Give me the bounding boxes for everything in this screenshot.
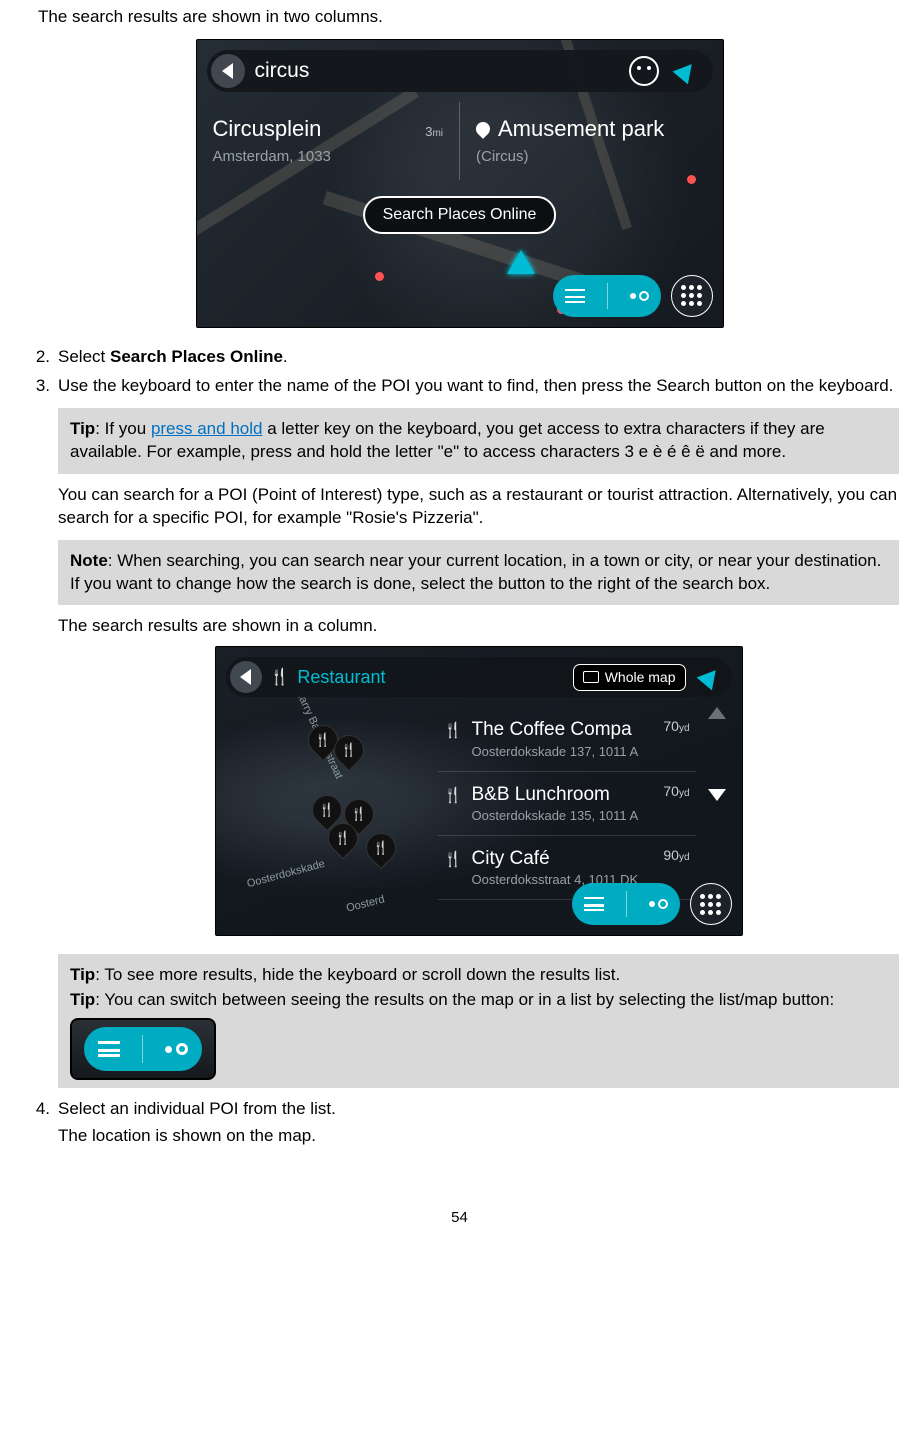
list-icon	[584, 897, 604, 911]
restaurant-icon: 🍴	[444, 850, 462, 870]
back-button[interactable]	[230, 661, 262, 693]
scroll-down-button[interactable]	[708, 789, 726, 801]
poi-distance: 90yd	[663, 846, 689, 865]
grid-icon	[681, 285, 702, 306]
search-scope-button[interactable]: Whole map	[573, 664, 686, 691]
paragraph: The search results are shown in a column…	[58, 615, 899, 638]
search-bar: circus	[207, 50, 713, 92]
restaurant-icon: 🍴	[444, 786, 462, 806]
map-pin-icon	[165, 1043, 188, 1055]
list-icon	[98, 1041, 120, 1057]
search-bar: 🍴 Restaurant Whole map	[226, 657, 732, 697]
map-pin-icon	[649, 899, 668, 909]
poi-title: B&B Lunchroom	[472, 782, 654, 808]
result-subtitle: (Circus)	[476, 147, 707, 167]
poi-pin-icon	[473, 119, 493, 139]
chevron-left-icon	[222, 63, 233, 79]
profile-icon[interactable]	[629, 56, 659, 86]
poi-result[interactable]: Amusement park (Circus)	[460, 102, 723, 180]
back-button[interactable]	[211, 54, 245, 88]
current-location-icon	[507, 250, 535, 274]
result-title: Circusplein	[213, 114, 322, 144]
chevron-left-icon	[240, 669, 251, 685]
step-2: 2. Select Search Places Online.	[20, 346, 899, 369]
poi-title: The Coffee Compa	[472, 717, 654, 743]
press-and-hold-link[interactable]: press and hold	[151, 419, 263, 438]
note-callout: Note: When searching, you can search nea…	[58, 540, 899, 606]
search-places-online-button[interactable]: Search Places Online	[363, 196, 557, 234]
grid-icon	[700, 894, 721, 915]
poi-list-item[interactable]: 🍴 B&B Lunchroom Oosterdokskade 135, 1011…	[438, 772, 696, 836]
restaurant-icon: 🍴	[270, 667, 290, 689]
search-results-two-column-screenshot: circus Circusplein 3mi Amsterdam, 1033 A…	[196, 39, 724, 328]
result-subtitle: Amsterdam, 1033	[213, 147, 444, 167]
map-pin-icon	[630, 291, 649, 301]
poi-distance: 70yd	[663, 717, 689, 736]
result-distance: 3mi	[425, 123, 443, 141]
list-map-toggle[interactable]	[572, 883, 680, 925]
navigate-button[interactable]	[694, 661, 726, 693]
restaurant-icon: 🍴	[444, 721, 462, 741]
poi-address: Oosterdokskade 135, 1011 A	[472, 807, 654, 825]
menu-button[interactable]	[671, 275, 713, 317]
navigation-arrow-icon	[672, 58, 699, 85]
poi-distance: 70yd	[663, 782, 689, 801]
list-map-toggle[interactable]	[553, 275, 661, 317]
search-input[interactable]: circus	[255, 57, 619, 85]
poi-title: City Café	[472, 846, 654, 872]
step-4: 4. Select an individual POI from the lis…	[20, 1098, 899, 1148]
tip-callout: Tip: If you press and hold a letter key …	[58, 408, 899, 474]
search-category[interactable]: Restaurant	[297, 665, 564, 689]
poi-list-item[interactable]: 🍴 The Coffee Compa Oosterdokskade 137, 1…	[438, 707, 696, 771]
map-icon	[583, 671, 599, 683]
navigate-button[interactable]	[669, 54, 703, 88]
scroll-up-button[interactable]	[708, 707, 726, 719]
step-3: 3. Use the keyboard to enter the name of…	[20, 375, 899, 1088]
navigation-arrow-icon	[696, 664, 723, 691]
menu-button[interactable]	[690, 883, 732, 925]
tip-callout: Tip: To see more results, hide the keybo…	[58, 954, 899, 1088]
list-icon	[565, 289, 585, 303]
search-results-column-screenshot: Harry Banninkstraat Oosterdokskade Ooste…	[215, 646, 743, 936]
paragraph: You can search for a POI (Point of Inter…	[58, 484, 899, 530]
address-result[interactable]: Circusplein 3mi Amsterdam, 1033	[197, 102, 461, 180]
result-title: Amusement park	[498, 114, 664, 144]
poi-address: Oosterdokskade 137, 1011 A	[472, 743, 654, 761]
intro-text: The search results are shown in two colu…	[38, 6, 899, 29]
page-number: 54	[20, 1208, 899, 1228]
list-map-button-image	[70, 1018, 216, 1080]
